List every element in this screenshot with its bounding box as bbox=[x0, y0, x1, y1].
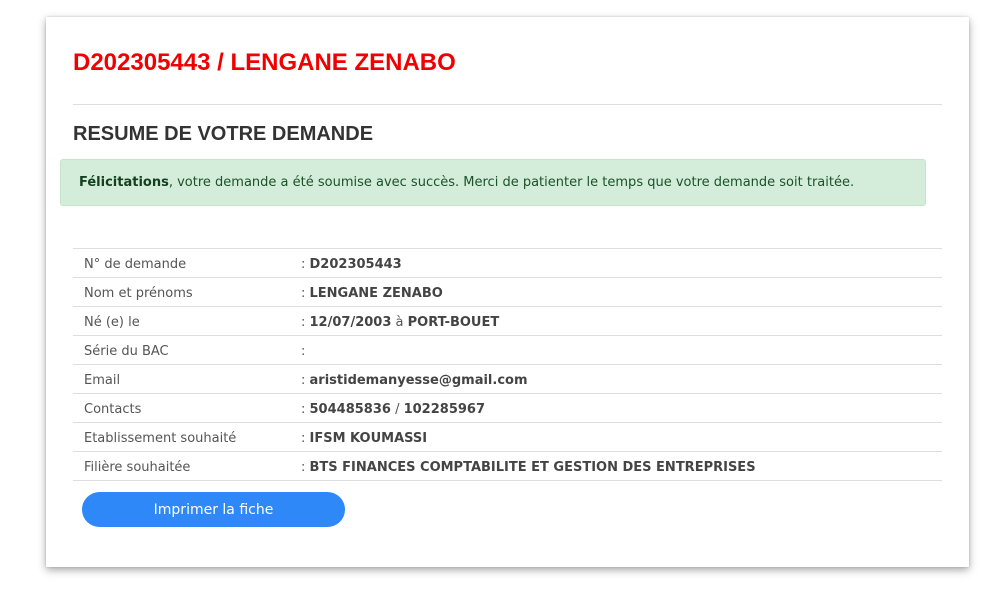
row-value-request-number: : D202305443 bbox=[301, 257, 402, 272]
summary-card: D202305443 / LENGANE ZENABO RESUME DE VO… bbox=[46, 17, 969, 567]
print-button[interactable]: Imprimer la fiche bbox=[82, 492, 345, 527]
table-row: Né (e) le : 12/07/2003 à PORT-BOUET bbox=[73, 307, 942, 336]
alert-message: , votre demande a été soumise avec succè… bbox=[168, 175, 855, 190]
row-value-birth: : 12/07/2003 à PORT-BOUET bbox=[301, 315, 500, 330]
title-divider bbox=[73, 104, 942, 105]
table-row: Série du BAC : bbox=[73, 336, 942, 365]
row-value-institution: : IFSM KOUMASSI bbox=[301, 431, 428, 446]
row-value-bac-series: : bbox=[301, 344, 306, 359]
row-value-name: : LENGANE ZENABO bbox=[301, 286, 443, 301]
table-row: Email : aristidemanyesse@gmail.com bbox=[73, 365, 942, 394]
details-table: N° de demande : D202305443 Nom et prénom… bbox=[73, 248, 942, 481]
row-label-bac-series: Série du BAC bbox=[84, 344, 169, 359]
alert-strong-text: Félicitations bbox=[79, 175, 169, 190]
table-row: N° de demande : D202305443 bbox=[73, 249, 942, 278]
row-value-email: : aristidemanyesse@gmail.com bbox=[301, 373, 528, 388]
row-label-contacts: Contacts bbox=[84, 402, 142, 417]
row-label-institution: Etablissement souhaité bbox=[84, 431, 237, 446]
page-title: D202305443 / LENGANE ZENABO bbox=[73, 49, 456, 76]
table-row: Contacts : 504485836 / 102285967 bbox=[73, 394, 942, 423]
row-label-program: Filière souhaitée bbox=[84, 460, 191, 475]
row-label-request-number: N° de demande bbox=[84, 257, 187, 272]
table-row: Nom et prénoms : LENGANE ZENABO bbox=[73, 278, 942, 307]
row-label-email: Email bbox=[84, 373, 121, 388]
table-row: Etablissement souhaité : IFSM KOUMASSI bbox=[73, 423, 942, 452]
row-label-birth: Né (e) le bbox=[84, 315, 140, 330]
section-title: RESUME DE VOTRE DEMANDE bbox=[73, 123, 374, 145]
row-value-contacts: : 504485836 / 102285967 bbox=[301, 402, 486, 417]
row-label-name: Nom et prénoms bbox=[84, 286, 193, 301]
table-row: Filière souhaitée : BTS FINANCES COMPTAB… bbox=[73, 452, 942, 481]
success-alert: Félicitations, votre demande a été soumi… bbox=[60, 159, 926, 206]
row-value-program: : BTS FINANCES COMPTABILITE ET GESTION D… bbox=[301, 460, 756, 475]
